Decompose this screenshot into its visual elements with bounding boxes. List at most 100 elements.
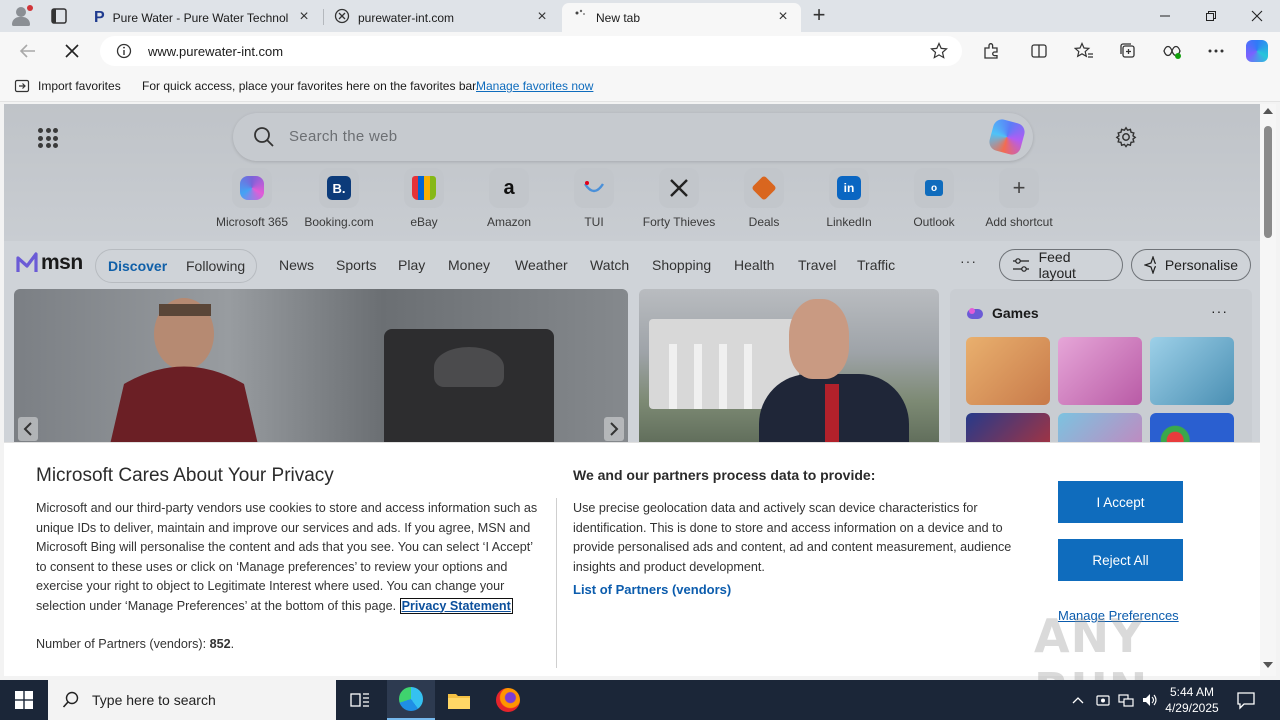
close-tab-icon[interactable]: × <box>296 8 312 26</box>
address-bar[interactable]: www.purewater-int.com <box>100 36 962 66</box>
network-icon[interactable] <box>1116 680 1136 720</box>
shortcut-microsoft-365[interactable]: Microsoft 365 <box>209 168 295 229</box>
restore-icon[interactable] <box>1188 0 1234 32</box>
scroll-thumb[interactable] <box>1264 126 1272 238</box>
close-tab-icon[interactable]: × <box>775 8 791 26</box>
nav-sports[interactable]: Sports <box>336 257 376 273</box>
nav-traffic[interactable]: Traffic <box>857 257 895 273</box>
game-tile-1[interactable] <box>966 337 1050 405</box>
consent-divider <box>556 498 557 668</box>
taskbar-search-placeholder: Type here to search <box>92 692 216 708</box>
edge-taskbar-icon[interactable] <box>387 680 435 720</box>
import-favorites-button[interactable]: Import favorites <box>14 78 121 94</box>
games-icon <box>967 308 983 319</box>
feed-layout-button[interactable]: Feed layout <box>999 249 1123 281</box>
windows-start-icon[interactable] <box>0 680 48 720</box>
nav-watch[interactable]: Watch <box>590 257 629 273</box>
accept-button[interactable]: I Accept <box>1058 481 1183 523</box>
task-view-icon[interactable] <box>336 680 384 720</box>
carousel-next-icon[interactable] <box>604 417 624 441</box>
news-card-image-1[interactable] <box>14 289 628 449</box>
system-clock[interactable]: 5:44 AM 4/29/2025 <box>1160 684 1224 716</box>
person-photo <box>109 298 259 449</box>
grinder-shape <box>434 347 504 387</box>
shortcut-deals[interactable]: Deals <box>721 168 807 229</box>
games-more-icon[interactable]: ··· <box>1211 303 1228 319</box>
favorites-icon[interactable] <box>1072 39 1096 63</box>
web-search-box[interactable]: Search the web <box>233 113 1033 161</box>
tab-following[interactable]: Following <box>186 258 245 274</box>
tui-smile-icon <box>582 176 606 200</box>
carousel-prev-icon[interactable] <box>18 417 38 441</box>
split-screen-icon[interactable] <box>1027 39 1051 63</box>
shortcut-amazon[interactable]: a Amazon <box>466 168 552 229</box>
personalise-button[interactable]: Personalise <box>1131 249 1251 281</box>
shortcut-forty-thieves[interactable]: Forty Thieves <box>636 168 722 229</box>
privacy-statement-link[interactable]: Privacy Statement <box>399 597 513 614</box>
nav-news[interactable]: News <box>279 257 314 273</box>
page-settings-gear-icon[interactable] <box>1115 126 1137 151</box>
browser-essentials-icon[interactable] <box>1160 39 1184 63</box>
collections-icon[interactable] <box>1116 39 1140 63</box>
tab-new-tab[interactable]: New tab × <box>562 3 801 32</box>
more-nav-button[interactable]: ··· <box>960 253 977 269</box>
stop-loading-icon[interactable] <box>60 39 84 63</box>
more-options-icon[interactable] <box>1204 39 1228 63</box>
nav-play[interactable]: Play <box>398 257 425 273</box>
tab-actions-icon[interactable] <box>48 6 70 26</box>
taskbar-search-icon <box>62 691 79 708</box>
site-info-icon[interactable] <box>116 43 132 62</box>
new-tab-plus-icon[interactable]: + <box>807 4 831 28</box>
msn-logo[interactable]: msn <box>16 251 83 275</box>
scroll-down-arrow-icon[interactable] <box>1263 662 1273 668</box>
security-tray-icon[interactable] <box>1093 680 1113 720</box>
import-favorites-label: Import favorites <box>38 79 121 93</box>
copilot-icon[interactable] <box>1245 39 1269 63</box>
globe-icon <box>334 8 350 27</box>
tab-pure-water[interactable]: P Pure Water - Pure Water Technol × <box>84 3 322 32</box>
favorite-star-icon[interactable] <box>930 42 948 63</box>
partners-label: Number of Partners (vendors): <box>36 637 207 651</box>
back-arrow-icon[interactable] <box>16 39 40 63</box>
app-launcher-icon[interactable] <box>38 128 58 148</box>
game-tile-3[interactable] <box>1150 337 1234 405</box>
page-scrollbar[interactable] <box>1260 104 1276 676</box>
close-tab-icon[interactable]: × <box>534 8 550 26</box>
shortcut-add[interactable]: + Add shortcut <box>976 168 1062 229</box>
list-of-partners-link[interactable]: List of Partners (vendors) <box>573 582 731 597</box>
shortcut-ebay[interactable]: eBay <box>381 168 467 229</box>
partners-count: 852 <box>209 637 231 651</box>
shortcut-booking[interactable]: B. Booking.com <box>296 168 382 229</box>
news-card-image-2[interactable] <box>639 289 939 449</box>
tab-purewater-int[interactable]: purewater-int.com × <box>324 3 560 32</box>
show-hidden-icons-chevron-icon[interactable] <box>1068 680 1088 720</box>
tab-discover[interactable]: Discover <box>108 258 167 274</box>
nav-shopping[interactable]: Shopping <box>652 257 711 273</box>
minimize-icon[interactable] <box>1142 0 1188 32</box>
crossed-swords-icon <box>667 176 691 200</box>
nav-health[interactable]: Health <box>734 257 774 273</box>
shortcut-outlook[interactable]: o Outlook <box>891 168 977 229</box>
taskbar-search-box[interactable]: Type here to search <box>48 680 336 720</box>
firefox-icon[interactable] <box>484 680 532 720</box>
notifications-icon[interactable] <box>1236 690 1256 713</box>
nav-travel[interactable]: Travel <box>798 257 836 273</box>
nav-money[interactable]: Money <box>448 257 490 273</box>
loading-icon <box>572 8 588 27</box>
reject-all-button[interactable]: Reject All <box>1058 539 1183 581</box>
copilot-search-icon[interactable] <box>987 117 1027 157</box>
consent-title: Microsoft Cares About Your Privacy <box>36 465 334 486</box>
volume-icon[interactable] <box>1140 680 1160 720</box>
url-text[interactable]: www.purewater-int.com <box>148 44 283 59</box>
shortcut-linkedin[interactable]: in LinkedIn <box>806 168 892 229</box>
profile-avatar-icon[interactable] <box>8 4 34 28</box>
shortcut-tui[interactable]: TUI <box>551 168 637 229</box>
sparkle-icon <box>1144 256 1156 274</box>
extensions-icon[interactable] <box>979 39 1003 63</box>
close-window-icon[interactable] <box>1234 0 1280 32</box>
scroll-up-arrow-icon[interactable] <box>1263 108 1273 114</box>
file-explorer-icon[interactable] <box>435 680 483 720</box>
nav-weather[interactable]: Weather <box>515 257 568 273</box>
game-tile-2[interactable] <box>1058 337 1142 405</box>
manage-favorites-link[interactable]: Manage favorites now <box>476 79 593 93</box>
